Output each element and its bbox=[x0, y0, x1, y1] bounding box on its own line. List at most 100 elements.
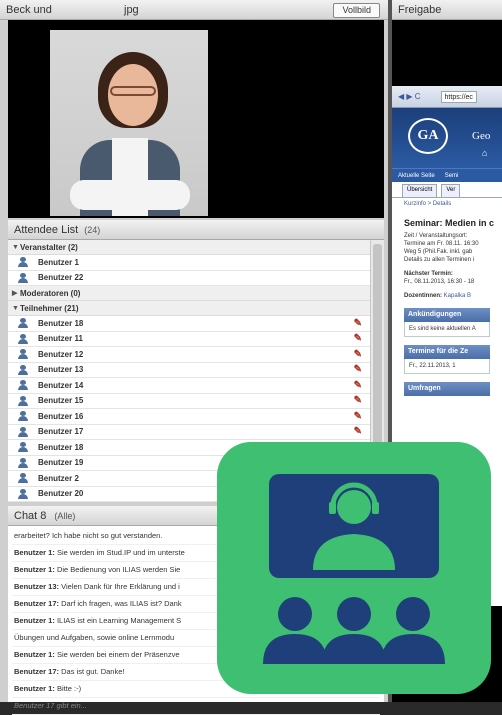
attendee-name: Benutzer 20 bbox=[38, 489, 84, 499]
chat-text: Sie werden im Stud.IP und im unterste bbox=[56, 548, 185, 557]
pencil-icon: ✎ bbox=[353, 333, 362, 345]
next-label: Nächster Termin: bbox=[404, 271, 453, 277]
nav-arrows-icon: ◀ ▶ C bbox=[398, 92, 421, 101]
pencil-icon: ✎ bbox=[353, 364, 362, 376]
site-meta: Zeit / Veranstaltungsort: Termine am Fr. … bbox=[392, 232, 502, 264]
attendee-name: Benutzer 13 bbox=[38, 365, 84, 375]
user-icon bbox=[18, 380, 28, 391]
scrollbar-thumb[interactable] bbox=[373, 244, 382, 454]
chat-author: Benutzer 1: bbox=[14, 684, 55, 693]
site-nav-item: Semi bbox=[444, 172, 459, 179]
attendee-group[interactable]: ▶ Moderatoren (0) bbox=[8, 286, 370, 301]
chat-author: Benutzer 1: bbox=[14, 616, 55, 625]
share-title: Freigabe bbox=[398, 3, 442, 16]
attendee-row[interactable]: Benutzer 16 ✎ bbox=[8, 409, 370, 425]
attendee-group[interactable]: ▼ Veranstalter (2) bbox=[8, 240, 370, 255]
site-meta-line: Details zu allen Terminen i bbox=[404, 257, 474, 263]
pencil-icon: ✎ bbox=[353, 395, 362, 407]
pencil-icon: ✎ bbox=[353, 426, 362, 438]
next-value: Fr., 08.11.2013, 16:30 - 18 bbox=[404, 279, 475, 285]
site-section-title: Ankündigungen bbox=[404, 308, 490, 322]
attendee-row[interactable]: Benutzer 12 ✎ bbox=[8, 347, 370, 363]
attendee-name: Benutzer 16 bbox=[38, 411, 84, 421]
chat-text: Sie werden bei einem der Präsenzve bbox=[56, 650, 180, 659]
attendee-name: Benutzer 2 bbox=[38, 473, 79, 483]
lecturers-value: Kapalka B bbox=[443, 293, 472, 299]
chat-text: erarbeitet? Ich habe nicht so gut versta… bbox=[14, 531, 163, 540]
user-icon bbox=[18, 488, 28, 499]
site-title: Geo bbox=[472, 130, 491, 142]
webinar-icon-graphic bbox=[263, 474, 445, 664]
pencil-icon: ✎ bbox=[353, 317, 362, 329]
attendee-group-label: Veranstalter (2) bbox=[20, 242, 78, 252]
attendee-name: Benutzer 18 bbox=[38, 442, 84, 452]
chat-author: Benutzer 13: bbox=[14, 582, 60, 591]
chat-author: Benutzer 1: bbox=[14, 548, 55, 557]
site-nav-item: Aktuelle Seite bbox=[398, 172, 435, 179]
attendee-group-label: Teilnehmer (21) bbox=[20, 303, 79, 313]
site-heading: Seminar: Medien in c bbox=[404, 218, 495, 228]
attendee-name: Benutzer 22 bbox=[38, 273, 84, 283]
chat-text: Darf ich fragen, was ILIAS ist? Dank bbox=[61, 599, 182, 608]
attendee-row[interactable]: Benutzer 22 bbox=[8, 270, 370, 286]
attendee-group[interactable]: ▼ Teilnehmer (21) bbox=[8, 301, 370, 316]
attendee-name: Benutzer 11 bbox=[38, 334, 83, 344]
video-panel-header: Beck und jpg Vollbild bbox=[0, 0, 388, 20]
video-panel-title-suffix: jpg bbox=[124, 3, 139, 16]
attendee-list-title: Attendee List bbox=[14, 223, 79, 236]
attendee-count: (24) bbox=[84, 224, 101, 235]
video-panel-title: Beck und bbox=[6, 3, 52, 16]
attendee-name: Benutzer 12 bbox=[38, 349, 84, 359]
attendee-row[interactable]: Benutzer 11 ✎ bbox=[8, 331, 370, 347]
user-icon bbox=[18, 257, 28, 268]
attendee-name: Benutzer 19 bbox=[38, 458, 84, 468]
site-section-body: Fr., 22.11.2013, 1 bbox=[404, 359, 490, 374]
attendee-row[interactable]: Benutzer 14 ✎ bbox=[8, 378, 370, 394]
chat-author: Benutzer 17: bbox=[14, 599, 60, 608]
user-icon bbox=[18, 318, 28, 329]
site-sections: Ankündigungen Es sind keine aktuellen A Te… bbox=[392, 308, 502, 396]
chat-text: Die Bedienung von ILIAS werden Sie bbox=[56, 565, 181, 574]
chat-scope[interactable]: (Alle) bbox=[54, 511, 75, 521]
fullscreen-button[interactable]: Vollbild bbox=[333, 3, 380, 18]
chat-text: Vielen Dank für Ihre Erklärung und i bbox=[61, 582, 180, 591]
chat-author: Benutzer 17: bbox=[14, 667, 60, 676]
attendee-row[interactable]: Benutzer 1 bbox=[8, 255, 370, 271]
site-tabs: Übersicht Ver bbox=[392, 182, 502, 198]
chat-text: ILIAS ist ein Learning Management S bbox=[56, 616, 182, 625]
typing-indicator: Benutzer 17 gibt ein... bbox=[12, 698, 380, 715]
chat-text: Bitte :-) bbox=[56, 684, 82, 693]
triangle-right-icon: ▶ bbox=[12, 290, 18, 297]
webinar-presenter-icon bbox=[217, 442, 491, 694]
attendee-row[interactable]: Benutzer 17 ✎ bbox=[8, 424, 370, 440]
browser-toolbar: ◀ ▶ C https://ec bbox=[392, 86, 502, 108]
triangle-down-icon: ▼ bbox=[12, 304, 19, 312]
attendee-row[interactable]: Benutzer 15 ✎ bbox=[8, 393, 370, 409]
user-icon bbox=[18, 473, 28, 484]
site-nav: Aktuelle Seite Semi bbox=[392, 168, 502, 182]
user-icon bbox=[18, 457, 28, 468]
attendee-name: Benutzer 18 bbox=[38, 318, 84, 328]
user-icon bbox=[18, 442, 28, 453]
chat-text: Das ist gut. Danke! bbox=[61, 667, 125, 676]
attendee-group-label: Moderatoren (0) bbox=[20, 288, 81, 298]
pencil-icon: ✎ bbox=[353, 348, 362, 360]
site-meta-line: Termine am Fr. 08.11. 16:30 bbox=[404, 241, 479, 247]
user-icon bbox=[18, 364, 28, 375]
site-section-title: Umfragen bbox=[404, 382, 490, 396]
site-meta-line: Zeit / Veranstaltungsort: bbox=[404, 233, 468, 239]
attendee-row[interactable]: Benutzer 13 ✎ bbox=[8, 362, 370, 378]
attendee-name: Benutzer 14 bbox=[38, 380, 84, 390]
lecturers-label: Dozentinnen: bbox=[404, 293, 442, 299]
chat-author: Benutzer 1: bbox=[14, 650, 55, 659]
user-icon bbox=[18, 395, 28, 406]
pencil-icon: ✎ bbox=[353, 379, 362, 391]
home-icon: ⌂ bbox=[482, 148, 488, 158]
site-header: GA Geo ⌂ bbox=[392, 108, 502, 168]
user-icon bbox=[18, 426, 28, 437]
browser-url: https://ec bbox=[440, 90, 477, 103]
attendee-row[interactable]: Benutzer 18 ✎ bbox=[8, 316, 370, 332]
user-icon bbox=[18, 411, 28, 422]
attendee-name: Benutzer 15 bbox=[38, 396, 84, 406]
site-section-title: Termine für die Ze bbox=[404, 345, 490, 359]
